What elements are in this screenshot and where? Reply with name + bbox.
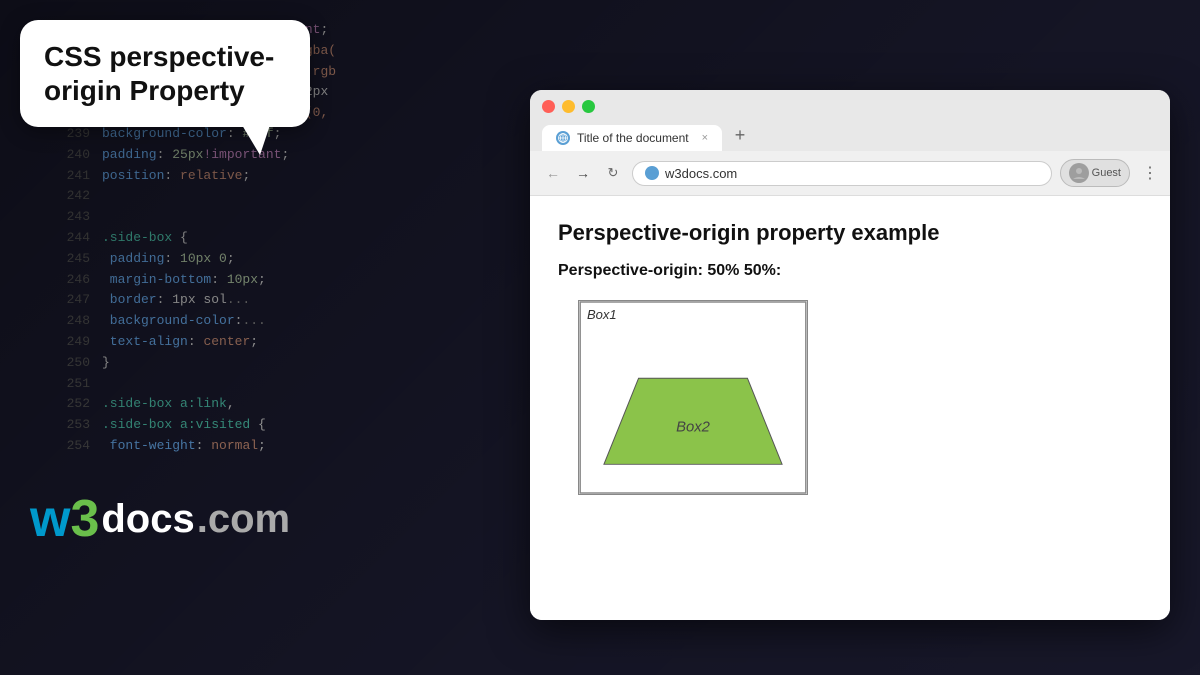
url-globe-icon	[645, 166, 659, 180]
logo-docs-text: docs	[101, 497, 194, 542]
tab-bar: Title of the document × +	[542, 121, 1158, 151]
browser-menu-button[interactable]: ⋮	[1142, 163, 1158, 183]
perspective-demo: Box1 Box2	[578, 300, 808, 495]
forward-button[interactable]: →	[572, 162, 594, 184]
traffic-lights	[542, 100, 1158, 113]
url-text: w3docs.com	[665, 166, 737, 181]
title-card: CSS perspective-origin Property	[20, 20, 310, 127]
content-main-title: Perspective-origin property example	[558, 220, 1142, 246]
refresh-button[interactable]: ↻	[602, 162, 624, 184]
url-bar[interactable]: w3docs.com	[632, 161, 1052, 186]
tab-close-button[interactable]: ×	[702, 132, 708, 144]
page-title: CSS perspective-origin Property	[44, 40, 286, 107]
back-button[interactable]: ←	[542, 162, 564, 184]
maximize-window-button[interactable]	[582, 100, 595, 113]
active-tab[interactable]: Title of the document ×	[542, 125, 722, 151]
profile-label: Guest	[1092, 167, 1121, 179]
content-subtitle: Perspective-origin: 50% 50%:	[558, 262, 1142, 280]
box1-label: Box1	[587, 307, 617, 322]
tab-favicon	[556, 131, 570, 145]
close-window-button[interactable]	[542, 100, 555, 113]
w3docs-logo: w3 docs.com	[30, 493, 290, 545]
address-bar: ← → ↻ w3docs.com Guest ⋮	[530, 151, 1170, 196]
profile-icon	[1069, 163, 1089, 183]
minimize-window-button[interactable]	[562, 100, 575, 113]
new-tab-button[interactable]: +	[726, 121, 754, 149]
logo-com-text: .com	[197, 497, 290, 542]
logo-w: w	[30, 490, 70, 548]
perspective-svg: Box2	[579, 301, 807, 494]
svg-text:Box2: Box2	[676, 420, 711, 436]
profile-button[interactable]: Guest	[1060, 159, 1130, 187]
browser-chrome: Title of the document × +	[530, 90, 1170, 151]
logo-3: 3	[70, 490, 99, 548]
tab-title: Title of the document	[577, 131, 695, 145]
browser-content: Perspective-origin property example Pers…	[530, 196, 1170, 620]
browser-window: Title of the document × + ← → ↻ w3docs.c…	[530, 90, 1170, 620]
